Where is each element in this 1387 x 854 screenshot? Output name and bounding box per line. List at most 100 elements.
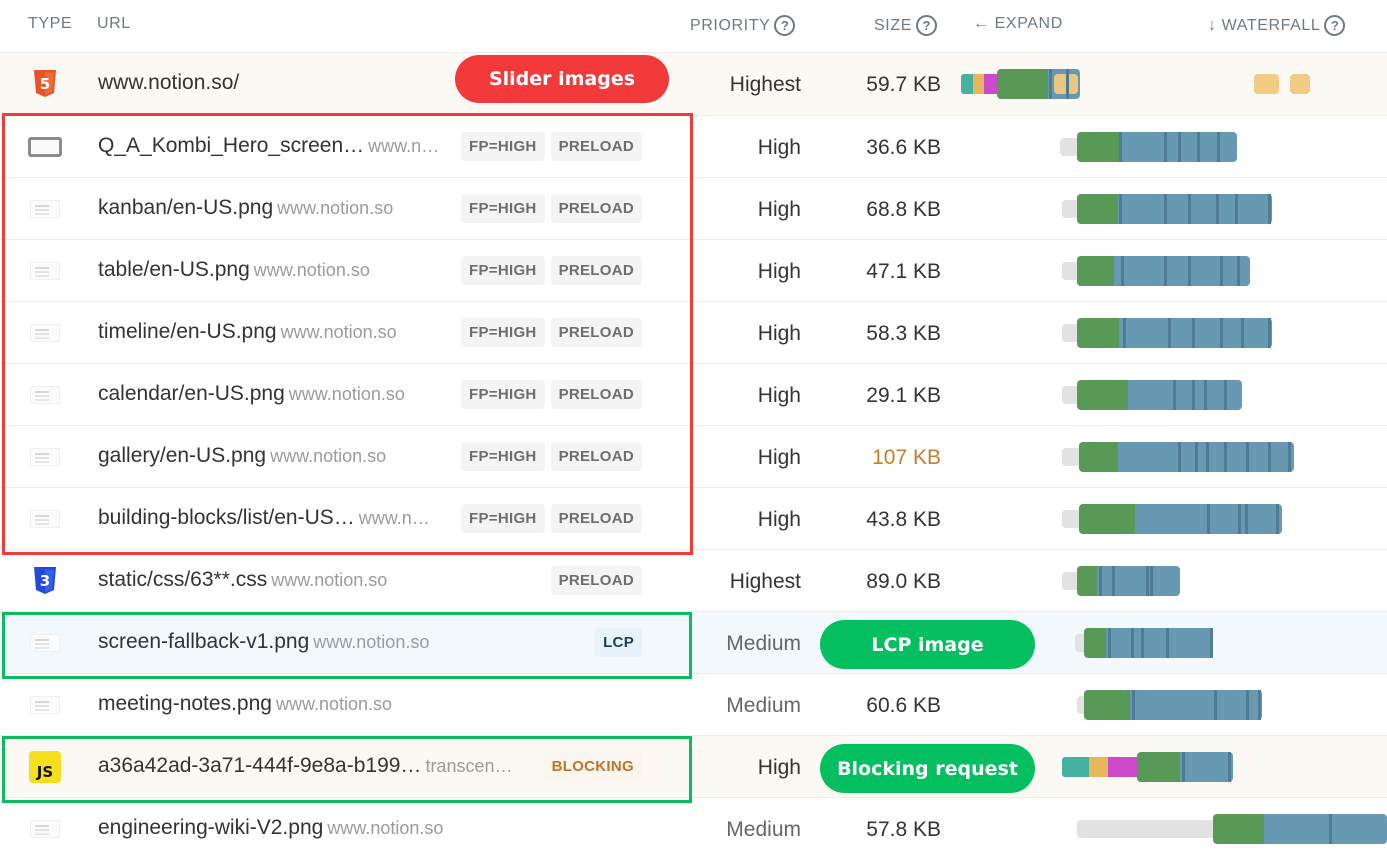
waterfall-chunk-marker bbox=[1164, 132, 1167, 162]
url-cell[interactable]: screen-fallback-v1.png www.notion.so bbox=[98, 630, 429, 654]
waterfall-chunk-marker bbox=[1108, 628, 1111, 658]
waterfall-download-segment bbox=[1128, 380, 1242, 410]
type-cell bbox=[28, 258, 62, 284]
waterfall-chunk-marker bbox=[1192, 380, 1195, 410]
request-host: www.n… bbox=[368, 136, 440, 156]
table-row[interactable]: JS a36a42ad-3a71-444f-9e8a-b199… transcen…… bbox=[0, 736, 1387, 798]
slider-images-annotation: Slider images bbox=[455, 55, 669, 103]
column-header-waterfall[interactable]: ↓ WATERFALL? bbox=[1208, 15, 1346, 36]
priority-cell: High bbox=[757, 260, 801, 283]
request-tags: FP=HIGH PRELOAD bbox=[461, 380, 642, 409]
url-cell[interactable]: kanban/en-US.png www.notion.so bbox=[98, 196, 393, 220]
table-row[interactable]: gallery/en-US.png www.notion.so FP=HIGH PRE… bbox=[0, 426, 1387, 488]
help-icon[interactable]: ? bbox=[774, 15, 796, 36]
request-name: kanban/en-US.png bbox=[98, 196, 274, 219]
request-tags: FP=HIGH PRELOAD bbox=[461, 504, 642, 533]
waterfall-queue-segment bbox=[1062, 324, 1078, 342]
waterfall-chunk-marker bbox=[1245, 504, 1248, 534]
table-row[interactable]: 3 static/css/63**.css www.notion.so PRELOAD… bbox=[0, 550, 1387, 612]
priority-cell: Highest bbox=[729, 570, 801, 593]
request-name: building-blocks/list/en-US… bbox=[98, 506, 355, 529]
waterfall-chunk-marker bbox=[1066, 69, 1069, 99]
waterfall-chunk-marker bbox=[1119, 132, 1122, 162]
request-host: www.notion.so bbox=[271, 570, 388, 590]
table-row[interactable]: calendar/en-US.png www.notion.so FP=HIGH PR… bbox=[0, 364, 1387, 426]
url-cell[interactable]: timeline/en-US.png www.notion.so bbox=[98, 320, 397, 344]
waterfall-ssl-segment bbox=[984, 74, 998, 94]
waterfall-chunk-marker bbox=[1166, 628, 1169, 658]
url-cell[interactable]: gallery/en-US.png www.notion.so bbox=[98, 444, 386, 468]
table-row[interactable]: table/en-US.png www.notion.so FP=HIGH PRELO… bbox=[0, 240, 1387, 302]
image-thumbnail-icon bbox=[30, 634, 60, 652]
request-name: meeting-notes.png bbox=[98, 692, 272, 715]
url-cell[interactable]: Q_A_Kombi_Hero_screen… www.n… bbox=[98, 134, 439, 158]
waterfall-download-segment bbox=[1097, 566, 1180, 596]
waterfall-chunk-marker bbox=[1112, 566, 1115, 596]
waterfall-download-segment bbox=[1130, 690, 1262, 720]
size-cell: 36.6 KB bbox=[866, 136, 941, 159]
url-cell[interactable]: building-blocks/list/en-US… www.n… bbox=[98, 506, 430, 530]
column-header-type[interactable]: TYPE bbox=[28, 15, 72, 33]
table-row[interactable]: meeting-notes.png www.notion.so Medium 60.6… bbox=[0, 674, 1387, 736]
tag-preload-badge: PRELOAD bbox=[550, 318, 642, 347]
tag-preload-badge: PRELOAD bbox=[550, 380, 642, 409]
url-cell[interactable]: www.notion.so/ bbox=[98, 71, 243, 95]
table-row[interactable]: kanban/en-US.png www.notion.so FP=HIGH PREL… bbox=[0, 178, 1387, 240]
table-row[interactable]: engineering-wiki-V2.png www.notion.so Medi… bbox=[0, 798, 1387, 854]
waterfall-chunk-marker bbox=[1141, 628, 1144, 658]
type-cell: 3 bbox=[28, 567, 62, 594]
table-row[interactable]: timeline/en-US.png www.notion.so FP=HIGH PR… bbox=[0, 302, 1387, 364]
type-cell bbox=[28, 630, 62, 656]
size-cell: 59.7 KB bbox=[866, 73, 941, 96]
url-cell[interactable]: table/en-US.png www.notion.so bbox=[98, 258, 370, 282]
waterfall-chunk-marker bbox=[1150, 566, 1153, 596]
request-tags: FP=HIGH PRELOAD bbox=[461, 318, 642, 347]
waterfall-download-segment bbox=[1114, 256, 1250, 286]
url-cell[interactable]: calendar/en-US.png www.notion.so bbox=[98, 382, 405, 406]
svg-text:5: 5 bbox=[40, 75, 50, 93]
column-header-priority[interactable]: PRIORITY? bbox=[690, 15, 796, 36]
waterfall-dns-segment bbox=[1062, 757, 1090, 777]
waterfall-ttfb-segment bbox=[1077, 318, 1122, 348]
waterfall-chunk-marker bbox=[1197, 132, 1200, 162]
lcp-image-annotation: LCP image bbox=[820, 620, 1035, 669]
request-name: engineering-wiki-V2.png bbox=[98, 816, 324, 839]
request-host: www.notion.so bbox=[288, 384, 405, 404]
size-cell: 29.1 KB bbox=[866, 384, 941, 407]
waterfall-ttfb-segment bbox=[1077, 566, 1099, 596]
tag-blocking-badge: BLOCKING bbox=[543, 752, 642, 781]
url-cell[interactable]: meeting-notes.png www.notion.so bbox=[98, 692, 392, 716]
table-row[interactable]: Q_A_Kombi_Hero_screen… www.n… FP=HIGH PRELO… bbox=[0, 116, 1387, 178]
waterfall-chunk-marker bbox=[1268, 194, 1271, 224]
column-header-url[interactable]: URL bbox=[97, 15, 131, 33]
waterfall-connect-segment bbox=[1089, 757, 1109, 777]
url-cell[interactable]: a36a42ad-3a71-444f-9e8a-b199… transcen… bbox=[98, 754, 512, 778]
table-row[interactable]: 5 www.notion.so/Highest 59.7 KB bbox=[0, 53, 1387, 116]
url-cell[interactable]: engineering-wiki-V2.png www.notion.so bbox=[98, 816, 443, 840]
waterfall-chunk-marker bbox=[1329, 814, 1332, 844]
waterfall-chunk-marker bbox=[1268, 318, 1271, 348]
tag-preload-badge: PRELOAD bbox=[550, 194, 642, 223]
type-cell bbox=[28, 692, 62, 718]
request-name: Q_A_Kombi_Hero_screen… bbox=[98, 134, 365, 157]
waterfall-chunk-marker bbox=[1220, 256, 1223, 286]
table-row[interactable]: screen-fallback-v1.png www.notion.so LCP Me… bbox=[0, 612, 1387, 674]
expand-button[interactable]: ← EXPAND bbox=[973, 15, 1063, 33]
waterfall-chunk-marker bbox=[1276, 504, 1279, 534]
javascript-icon: JS bbox=[29, 751, 61, 783]
type-cell bbox=[28, 320, 62, 346]
help-icon[interactable]: ? bbox=[1324, 15, 1346, 36]
waterfall-download-segment bbox=[1048, 69, 1080, 99]
tag-preload-badge: PRELOAD bbox=[550, 442, 642, 471]
url-cell[interactable]: static/css/63**.css www.notion.so bbox=[98, 568, 387, 592]
request-tags: LCP bbox=[595, 628, 642, 657]
column-header-size[interactable]: SIZE? bbox=[874, 15, 937, 36]
tag-preload-badge: PRELOAD bbox=[550, 566, 642, 595]
help-icon[interactable]: ? bbox=[915, 15, 937, 36]
waterfall-download-segment bbox=[1264, 814, 1387, 844]
waterfall-chunk-marker bbox=[1207, 504, 1210, 534]
waterfall-execution-segment bbox=[1254, 74, 1279, 94]
waterfall-download-segment bbox=[1180, 752, 1233, 782]
waterfall-execution-segment bbox=[1290, 74, 1310, 94]
table-row[interactable]: building-blocks/list/en-US… www.n… FP=HIGH… bbox=[0, 488, 1387, 550]
